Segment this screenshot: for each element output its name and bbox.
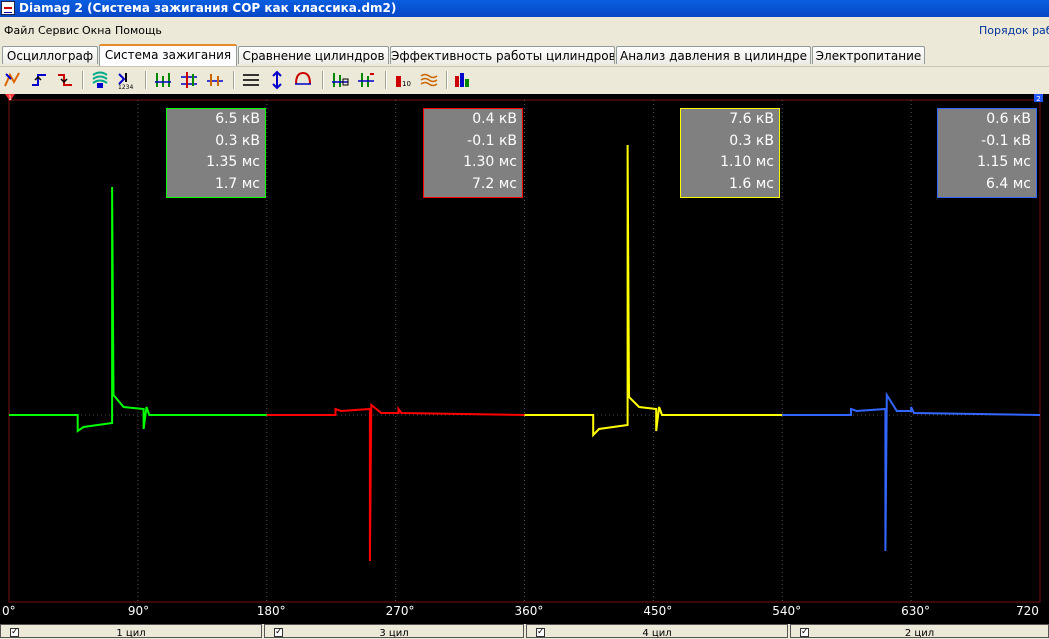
toolbar-separator [322, 71, 324, 89]
cylinder-1-info-box: 6.5 кВ 0.3 кВ 1.35 мс 1.7 мс [166, 108, 266, 198]
burn-voltage-value: 0.3 кВ [215, 132, 260, 149]
x-tick-label: 180° [257, 604, 286, 618]
waveform-icon[interactable] [419, 70, 439, 90]
x-tick-label: 720 [1016, 604, 1039, 618]
burn-time-value: 1.30 мс [463, 154, 517, 170]
toolbar-separator [145, 71, 147, 89]
title-bar: Diamag 2 (Система зажигания COP как клас… [0, 0, 1049, 17]
burn-time-value: 1.35 мс [206, 154, 260, 170]
coil-icon[interactable] [90, 70, 110, 90]
tab-power-supply[interactable]: Электропитание [812, 46, 925, 64]
bar-chart-icon[interactable] [452, 70, 472, 90]
spark-offset-icon[interactable] [205, 70, 225, 90]
diagram-icon[interactable]: 10 [393, 70, 413, 90]
ignition-waveform-plot: 0° 90° 180° 270° 360° 450° 540° 630° 720 1 2 [2, 94, 1043, 618]
burn-voltage-value: -0.1 кВ [981, 132, 1031, 149]
channel-label: 3 цил [379, 628, 409, 639]
dwell-time-value: 1.6 мс [729, 175, 774, 192]
x-tick-label: 630° [901, 604, 930, 618]
tab-cylinder-efficiency[interactable]: Эффективность работы цилиндров [390, 46, 615, 64]
toolbar-separator [446, 71, 448, 89]
toolbar: 1234 10 [0, 66, 1049, 95]
window-title: Diamag 2 (Система зажигания COP как клас… [19, 1, 397, 15]
cylinder-order-icon[interactable]: 1234 [116, 70, 136, 90]
cylinder-3-info-box: 0.4 кВ -0.1 кВ 1.30 мс 7.2 мс [423, 108, 523, 198]
cylinder-overlay-icon[interactable] [356, 70, 376, 90]
tab-ignition-system[interactable]: Система зажигания [99, 44, 237, 66]
menu-service[interactable]: Сервис [38, 24, 79, 37]
cylinder-2-info-box: 0.6 кВ -0.1 кВ 1.15 мс 6.4 мс [937, 108, 1037, 198]
channel-label: 4 цил [642, 628, 672, 639]
menu-windows[interactable]: Окна [82, 24, 111, 37]
channel-bar-cyl-3[interactable]: ✓ 3 цил [264, 624, 524, 639]
cylinder-4-info-box: 7.6 кВ 0.3 кВ 1.10 мс 1.6 мс [680, 108, 780, 198]
spark-lines-icon[interactable] [153, 70, 173, 90]
channel-label: 2 цил [904, 628, 935, 639]
right-marker-label: 2 [1036, 95, 1040, 103]
rising-edge-icon[interactable] [29, 70, 49, 90]
horizontal-lines-icon[interactable] [241, 70, 261, 90]
peak-voltage-value: 0.6 кВ [986, 111, 1031, 127]
svg-text:1234: 1234 [118, 84, 133, 90]
x-tick-label: 90° [128, 604, 149, 618]
tab-pressure-analysis[interactable]: Анализ давления в цилиндре [616, 46, 811, 64]
burn-voltage-value: 0.3 кВ [729, 132, 774, 149]
x-tick-label: 450° [643, 604, 672, 618]
channel-label: 1 цил [116, 628, 146, 639]
x-tick-label: 360° [515, 604, 544, 618]
peak-voltage-value: 7.6 кВ [729, 111, 774, 127]
burn-time-value: 1.10 мс [720, 154, 774, 170]
dwell-time-value: 7.2 мс [472, 175, 517, 192]
burn-voltage-value: -0.1 кВ [467, 132, 517, 149]
vertical-scale-icon[interactable] [267, 70, 287, 90]
left-marker-label: 1 [8, 95, 12, 102]
tab-strip: Осциллограф Система зажигания Сравнение … [0, 44, 1049, 66]
channel-bar-cyl-4[interactable]: ✓ 4 цил [526, 624, 788, 639]
scope-area[interactable]: 0° 90° 180° 270° 360° 450° 540° 630° 720 1 2 6.5… [0, 94, 1049, 624]
channel-bar-cyl-1[interactable]: ✓ 1 цил [0, 624, 262, 639]
channel-bar-cyl-2[interactable]: ✓ 2 цил [790, 624, 1049, 639]
dwell-time-value: 1.7 мс [215, 175, 260, 192]
toolbar-separator [82, 71, 84, 89]
peak-voltage-value: 6.5 кВ [215, 111, 260, 127]
falling-edge-icon[interactable] [55, 70, 75, 90]
menu-bar: Файл Сервис Окна Помощь Порядок рабо [0, 17, 1049, 44]
svg-text:10: 10 [402, 80, 411, 88]
x-tick-label: 540° [772, 604, 801, 618]
cylinder-view-icon[interactable] [330, 70, 350, 90]
toolbar-separator [233, 71, 235, 89]
dwell-time-value: 6.4 мс [986, 175, 1031, 192]
menu-file[interactable]: Файл [4, 24, 34, 37]
toolbar-separator [385, 71, 387, 89]
x-tick-label: 0° [2, 604, 16, 618]
loop-icon[interactable] [293, 70, 313, 90]
cylinder-order-link[interactable]: Порядок рабо [979, 24, 1049, 37]
tab-cylinder-compare[interactable]: Сравнение цилиндров [238, 46, 389, 64]
burn-time-value: 1.15 мс [977, 154, 1031, 170]
cursor-icon[interactable] [2, 70, 22, 90]
menu-help[interactable]: Помощь [115, 24, 162, 37]
spark-compare-icon[interactable] [179, 70, 199, 90]
peak-voltage-value: 0.4 кВ [472, 111, 517, 127]
x-tick-label: 270° [386, 604, 415, 618]
app-icon [1, 1, 15, 15]
tab-oscilloscope[interactable]: Осциллограф [2, 46, 98, 64]
